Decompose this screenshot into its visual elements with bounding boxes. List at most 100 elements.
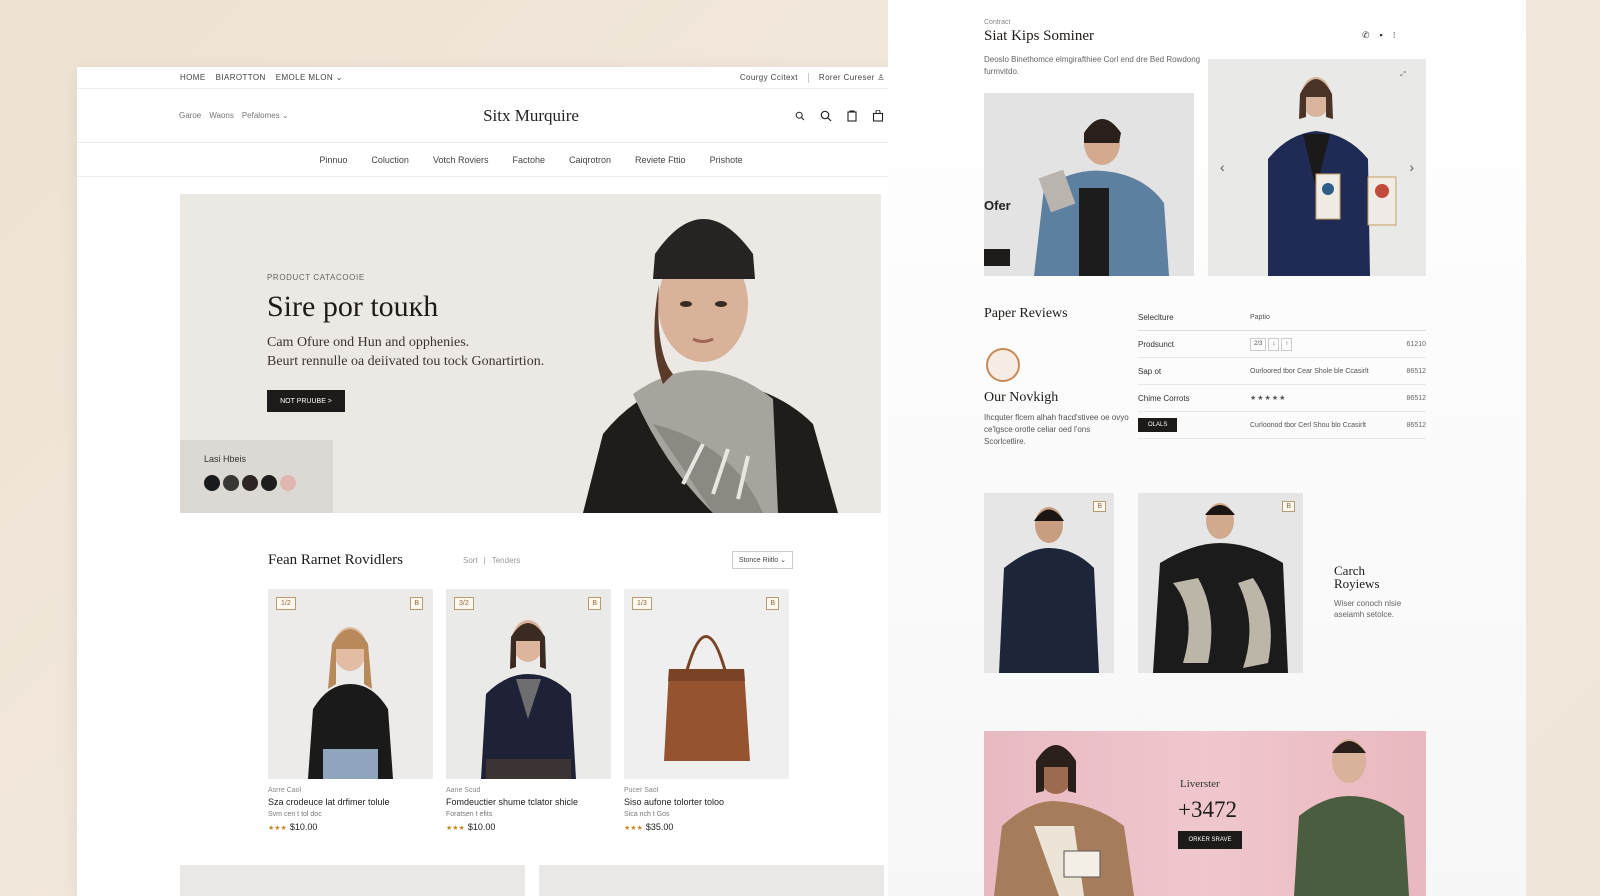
filter-tenders[interactable]: Tenders [492, 556, 520, 565]
color-swatch[interactable] [223, 475, 239, 491]
cart-icon[interactable] [871, 109, 885, 123]
bottom-tile[interactable] [539, 865, 884, 896]
product-card[interactable]: 1/2 B Asrre Caol Sza crodeuce lat drfime… [268, 589, 433, 832]
storefront-page: HOME BIAROTTON EMOLE MLON ⌄ Courgy Ccite… [77, 67, 985, 896]
row-label: Chime Corrots [1138, 393, 1190, 403]
header-link-1[interactable]: Garoe [179, 111, 201, 120]
carousel-prev-icon[interactable]: ‹ [1220, 159, 1225, 175]
brand-logo[interactable]: Sitx Murquire [483, 106, 579, 125]
expand-icon[interactable]: ⤢ [1400, 71, 1406, 79]
phone-icon[interactable]: ✆ [1362, 30, 1370, 41]
product-brand: Asrre Caol [268, 787, 302, 794]
nav-item-6[interactable]: Reviete Fttio [635, 155, 686, 165]
hero-title: Sire por touкh [267, 290, 439, 323]
color-swatch[interactable] [280, 475, 296, 491]
topbar-contact-link[interactable]: Courgy Ccitext [740, 73, 798, 82]
product-tile[interactable]: B [1138, 493, 1303, 673]
product-price: ★★★ $35.00 [624, 822, 674, 832]
mini-button[interactable]: ↑ [1281, 337, 1293, 351]
topbar-account-link[interactable]: Rorer Cureser ♙ [819, 73, 885, 82]
banner-eyebrow: Liverster [1180, 778, 1220, 790]
offer-button[interactable] [984, 249, 1010, 266]
product-badge: 1/2 [276, 597, 296, 610]
banner-cta-button[interactable]: ORKER SRAVE [1178, 831, 1242, 849]
bottom-tiles [180, 865, 884, 896]
user-icon: ♙ [877, 73, 885, 82]
filter-sort[interactable]: Sort [463, 556, 478, 565]
nav-item-7[interactable]: Prishote [710, 155, 743, 165]
nav-item-5[interactable]: Caiqrotron [569, 155, 611, 165]
carousel-next-icon[interactable]: › [1409, 159, 1414, 175]
catch-title: Carch Royiews [1334, 563, 1380, 591]
rp-title: Siat Kips Sominer [984, 28, 1095, 44]
bookmark-icon[interactable]: B [588, 597, 601, 610]
hero-banner: PRODUCT CATACOOIE Sire por touкh Cam Ofu… [180, 194, 881, 513]
column-header: Seleclture [1138, 313, 1174, 322]
color-swatch[interactable] [242, 475, 258, 491]
rating-stars: ★★★ [268, 825, 287, 832]
bookmark-icon[interactable]: B [410, 597, 423, 610]
mini-button[interactable]: ↕ [1268, 337, 1280, 351]
topbar-link-home[interactable]: HOME [180, 73, 206, 82]
row-action-button[interactable]: OLALS [1138, 418, 1178, 432]
bookmark-icon[interactable]: B [1282, 501, 1295, 512]
promo-photo [984, 93, 1194, 276]
topbar-link-3[interactable]: EMOLE MLON ⌄ [276, 73, 343, 82]
chevron-down-icon: ⌄ [335, 73, 343, 82]
topbar-link-2[interactable]: BIAROTTON [216, 73, 266, 82]
sort-dropdown[interactable]: Stonce Riitlo ⌄ [731, 551, 793, 569]
story-avatar-icon [986, 348, 1020, 382]
row-label: Prodsunct [1138, 339, 1175, 349]
product-price: ★★★ $10.00 [446, 822, 496, 832]
rating-stars: ★★★ [624, 825, 643, 832]
row-value: 86512 [1406, 394, 1426, 402]
row-detail: Curloonod tbor Cerl Shou blo Ccasirlt [1250, 421, 1366, 429]
mini-button[interactable]: 2/3 [1250, 337, 1267, 351]
menu-icon[interactable]: ⁝ [1393, 30, 1396, 41]
table-row[interactable]: Prodsunct 2/3 ↕ ↑ 61210 [1138, 331, 1426, 358]
featured-title: Fean Rarnet Rovidlers [268, 551, 403, 568]
nav-item-1[interactable]: Pinnuo [319, 155, 347, 165]
bookmark-icon[interactable]: B [766, 597, 779, 610]
image-carousel: ‹ › ⤢ [1208, 59, 1426, 276]
catch-subtitle: Wiser conoch nlsie aseiamh setolce. [1334, 599, 1402, 619]
nav-item-3[interactable]: Votch Roviers [433, 155, 489, 165]
product-name[interactable]: Fomdeuctier shume tclator shicle [446, 797, 611, 807]
table-row[interactable]: Chime Corrots ★★★★★ 86512 [1138, 385, 1426, 412]
filter-divider: | [483, 555, 486, 565]
nav-item-4[interactable]: Factohe [512, 155, 545, 165]
search-small-icon[interactable] [793, 109, 807, 123]
reviews-title: Paper Reviews [984, 306, 1068, 321]
color-swatch[interactable] [261, 475, 277, 491]
featured-header: Fean Rarnet Rovidlers Sort | Tenders Sto… [268, 551, 793, 569]
row-value: 61210 [1406, 340, 1426, 348]
bottom-tile[interactable] [180, 865, 525, 896]
rp-eyebrow: Contract [984, 19, 1011, 26]
product-meta: Sica nch t Gos [624, 811, 670, 818]
hero-cta-button[interactable]: NOT PRUUBE > [267, 390, 345, 412]
table-row[interactable]: Sap ot Ourloored tbor Cear Shole ble Cca… [1138, 358, 1426, 385]
chat-icon[interactable]: ▪ [1380, 30, 1383, 41]
wishlist-icon[interactable] [845, 109, 859, 123]
product-card[interactable]: 3/2 B Aane Scud Fomdeuctier shume tclato… [446, 589, 611, 832]
hero-model-image [563, 194, 843, 513]
row-detail: Ourloored tbor Cear Shole ble Ccasirlt [1250, 367, 1369, 375]
header-link-3[interactable]: Pefalomes ⌄ [242, 111, 289, 120]
search-icon[interactable] [819, 109, 833, 123]
product-name[interactable]: Siso aufone tolorter toloo [624, 797, 789, 807]
bookmark-icon[interactable]: B [1093, 501, 1106, 512]
product-badge: 1/3 [632, 597, 652, 610]
promo-banner: Liverster +3472 ORKER SRAVE [984, 731, 1426, 896]
divider [807, 72, 809, 83]
color-swatch[interactable] [204, 475, 220, 491]
product-meta: Svm cen t tol doc [268, 811, 322, 818]
banner-number: +3472 [1178, 797, 1237, 822]
secondary-page: Contract Siat Kips Sominer Deoslo Bineth… [888, 0, 1526, 896]
nav-item-2[interactable]: Coluction [371, 155, 409, 165]
table-row[interactable]: OLALS Curloonod tbor Cerl Shou blo Ccasi… [1138, 412, 1426, 439]
header-link-2[interactable]: Waons [209, 111, 234, 120]
product-card[interactable]: 1/3 B Pucer Saol Siso aufone tolorter to… [624, 589, 789, 832]
product-tile[interactable]: B [984, 493, 1114, 673]
product-grid: 1/2 B Asrre Caol Sza crodeuce lat drfime… [268, 589, 789, 832]
product-name[interactable]: Sza crodeuce lat drfimer tolule [268, 797, 433, 807]
